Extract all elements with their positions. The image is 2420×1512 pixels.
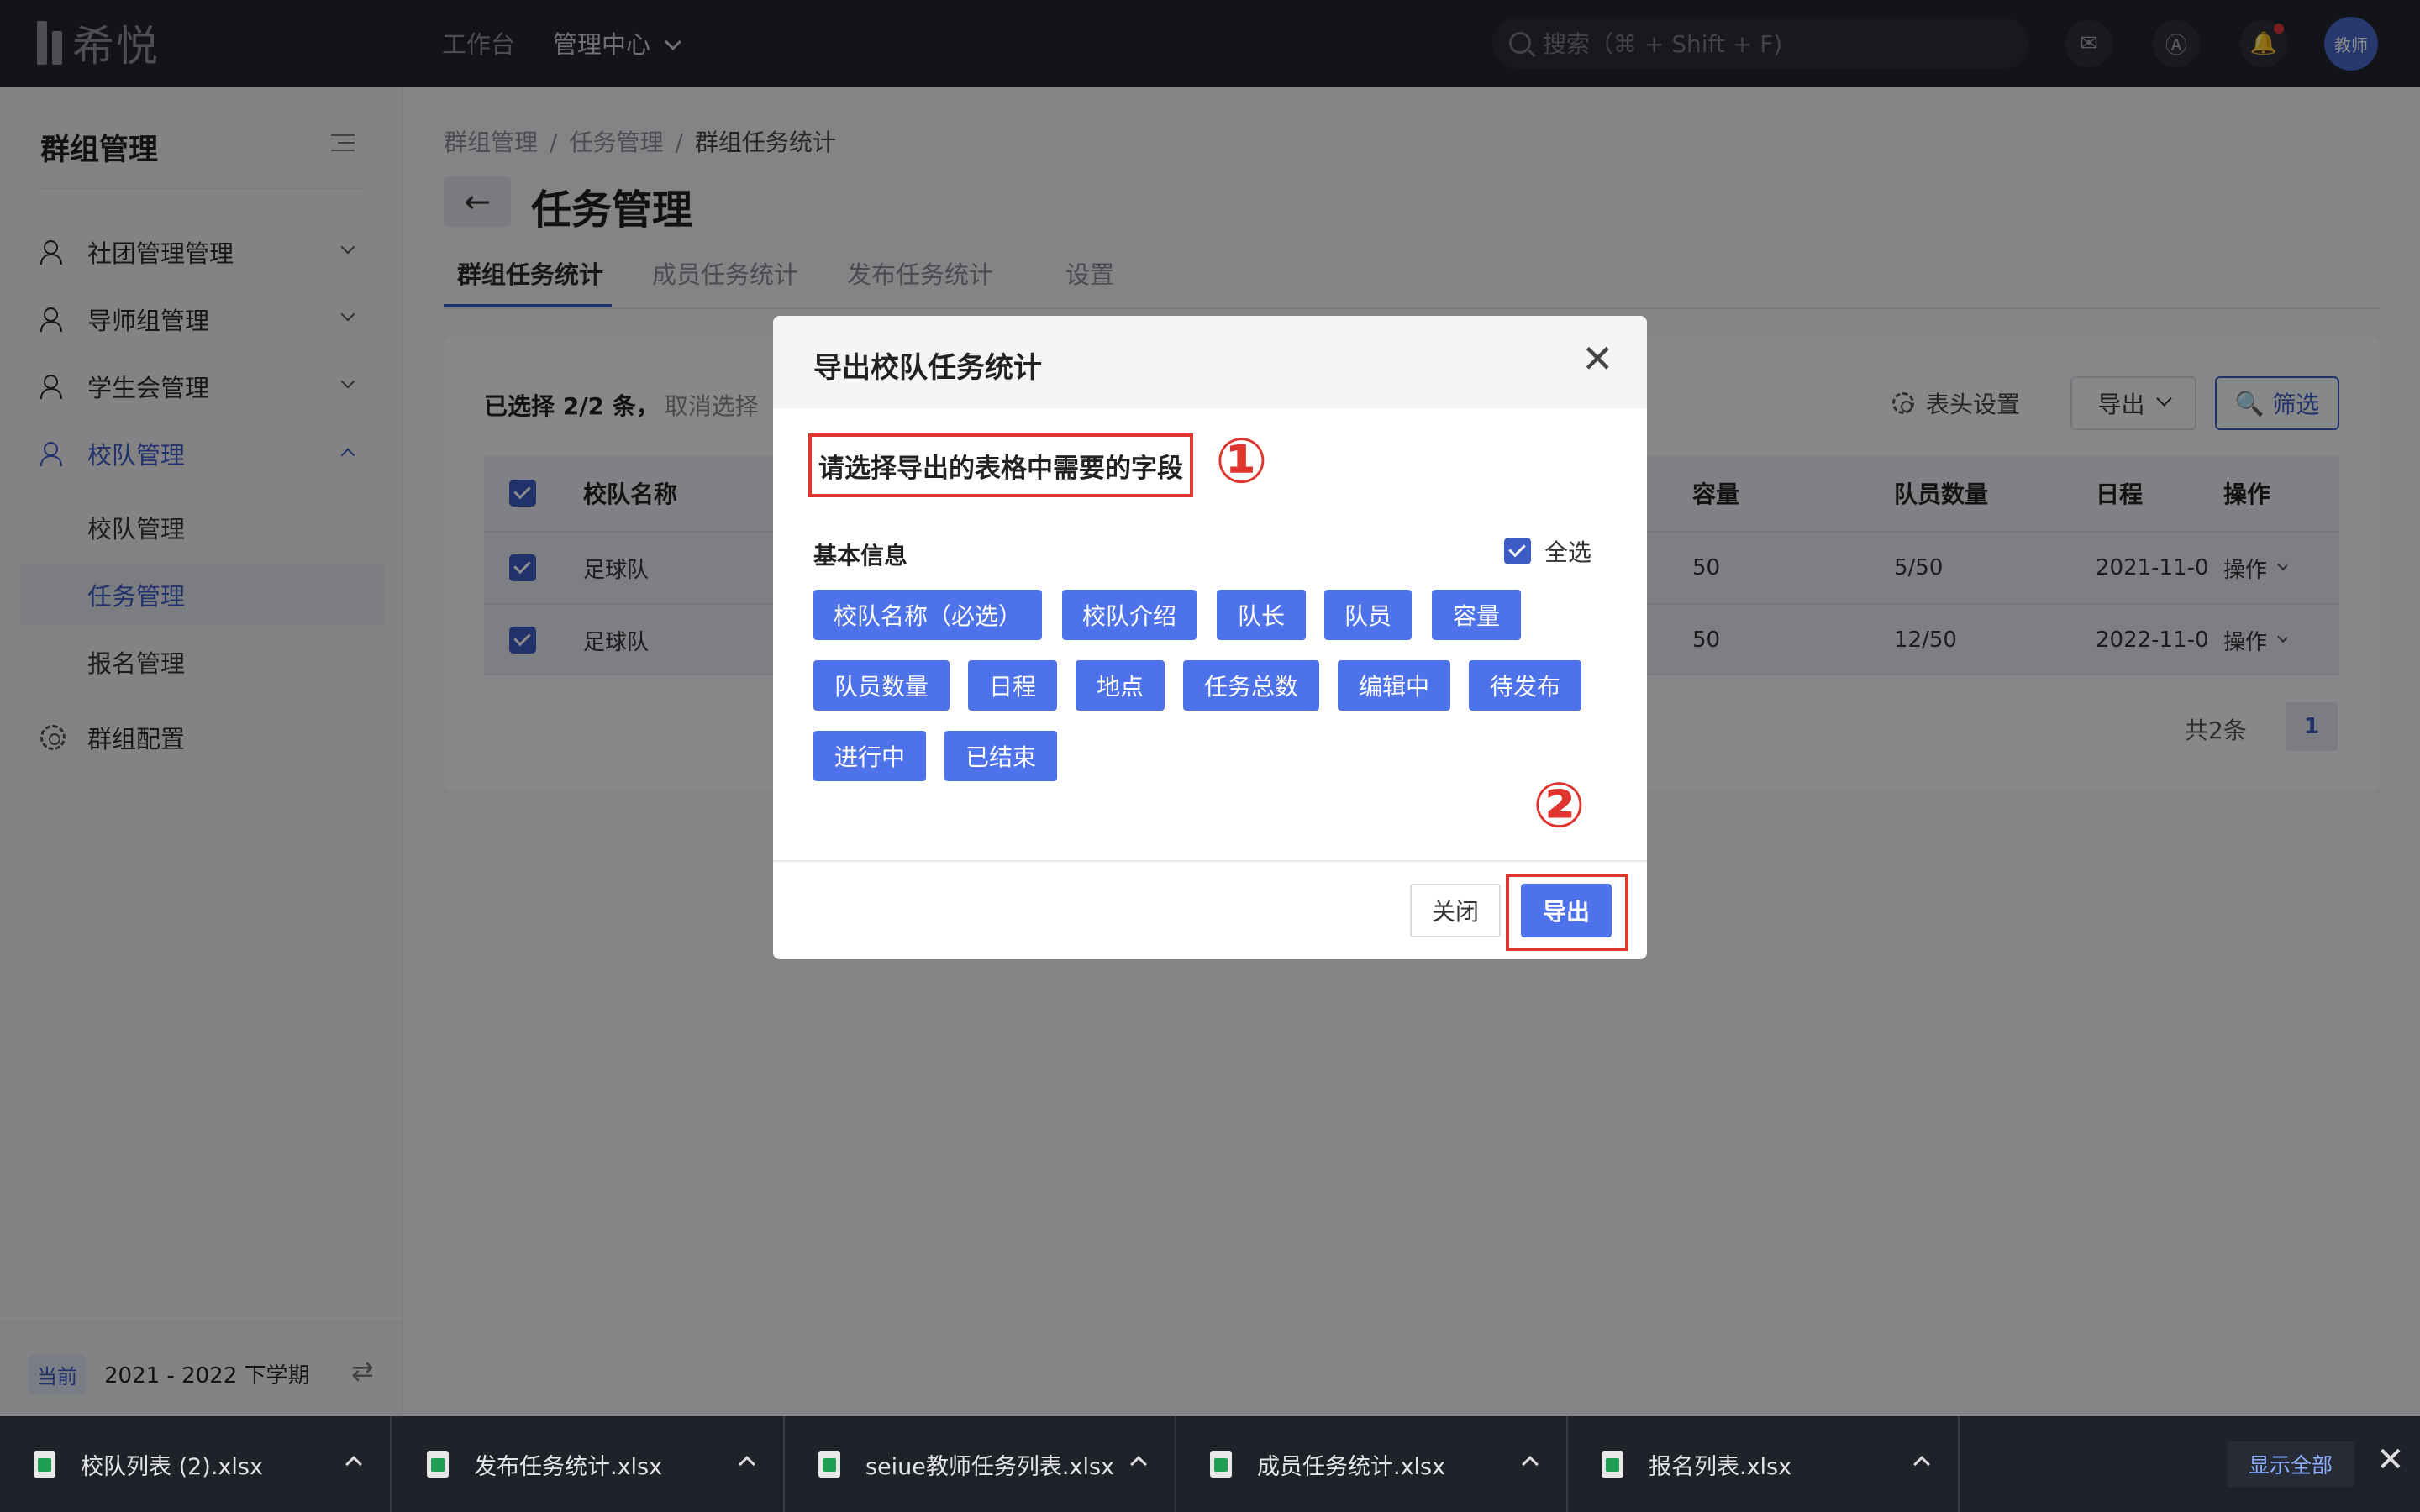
field-chip[interactable]: 进行中 bbox=[813, 731, 926, 781]
chevron-up-icon[interactable] bbox=[345, 1456, 362, 1473]
step-2-marker: ② bbox=[1533, 769, 1586, 842]
field-selection-prompt: 请选择导出的表格中需要的字段 bbox=[808, 433, 1193, 497]
field-chip[interactable]: 校队名称（必选） bbox=[813, 590, 1042, 640]
export-dialog: 导出校队任务统计 ✕ 请选择导出的表格中需要的字段 ① 基本信息 全选 校队名称… bbox=[773, 316, 1647, 959]
close-button[interactable]: 关闭 bbox=[1410, 884, 1501, 937]
download-item[interactable]: 发布任务统计.xlsx bbox=[393, 1416, 785, 1512]
chevron-up-icon[interactable] bbox=[1130, 1456, 1147, 1473]
chevron-up-icon[interactable] bbox=[739, 1456, 755, 1473]
dialog-title: 导出校队任务统计 bbox=[813, 351, 1042, 385]
field-chip[interactable]: 待发布 bbox=[1469, 660, 1581, 711]
field-chip[interactable]: 已结束 bbox=[944, 731, 1057, 781]
field-chip[interactable]: 日程 bbox=[968, 660, 1057, 711]
download-filename: 报名列表.xlsx bbox=[1649, 1453, 1792, 1480]
download-item[interactable]: 成员任务统计.xlsx bbox=[1176, 1416, 1568, 1512]
spreadsheet-file-icon bbox=[1602, 1451, 1623, 1478]
field-chip[interactable]: 队长 bbox=[1217, 590, 1306, 640]
close-icon[interactable]: ✕ bbox=[1581, 339, 1614, 378]
field-chip[interactable]: 任务总数 bbox=[1183, 660, 1319, 711]
field-chip[interactable]: 编辑中 bbox=[1338, 660, 1450, 711]
chevron-up-icon[interactable] bbox=[1522, 1456, 1539, 1473]
spreadsheet-file-icon bbox=[34, 1451, 55, 1478]
field-chip[interactable]: 地点 bbox=[1076, 660, 1165, 711]
show-all-downloads-button[interactable]: 显示全部 bbox=[2227, 1441, 2354, 1487]
export-button[interactable]: 导出 bbox=[1521, 884, 1612, 937]
section-label: 基本信息 bbox=[813, 542, 908, 570]
dialog-header: 导出校队任务统计 ✕ bbox=[773, 316, 1647, 408]
spreadsheet-file-icon bbox=[1210, 1451, 1232, 1478]
checkbox-checked-icon bbox=[1504, 538, 1531, 564]
select-all-label: 全选 bbox=[1544, 538, 1592, 566]
download-item[interactable]: seiue教师任务列表.xlsx bbox=[785, 1416, 1176, 1512]
field-chip[interactable]: 队员数量 bbox=[813, 660, 950, 711]
download-item[interactable]: 校队列表 (2).xlsx bbox=[0, 1416, 392, 1512]
select-all-checkbox[interactable]: 全选 bbox=[1504, 534, 1591, 568]
dialog-footer: 关闭 导出 bbox=[773, 860, 1647, 959]
download-filename: 校队列表 (2).xlsx bbox=[81, 1453, 263, 1480]
download-filename: 发布任务统计.xlsx bbox=[474, 1453, 663, 1480]
downloads-bar: 校队列表 (2).xlsx 发布任务统计.xlsx seiue教师任务列表.xl… bbox=[0, 1416, 2420, 1512]
download-filename: seiue教师任务列表.xlsx bbox=[865, 1453, 1115, 1480]
step-1-marker: ① bbox=[1215, 425, 1268, 497]
download-item[interactable]: 报名列表.xlsx bbox=[1568, 1416, 1960, 1512]
spreadsheet-file-icon bbox=[427, 1451, 449, 1478]
field-chip[interactable]: 队员 bbox=[1324, 590, 1412, 640]
chevron-up-icon[interactable] bbox=[1913, 1456, 1930, 1473]
close-icon[interactable]: ✕ bbox=[2376, 1443, 2405, 1477]
spreadsheet-file-icon bbox=[818, 1451, 840, 1478]
download-filename: 成员任务统计.xlsx bbox=[1257, 1453, 1446, 1480]
field-chip[interactable]: 校队介绍 bbox=[1062, 590, 1197, 640]
field-chip[interactable]: 容量 bbox=[1432, 590, 1521, 640]
